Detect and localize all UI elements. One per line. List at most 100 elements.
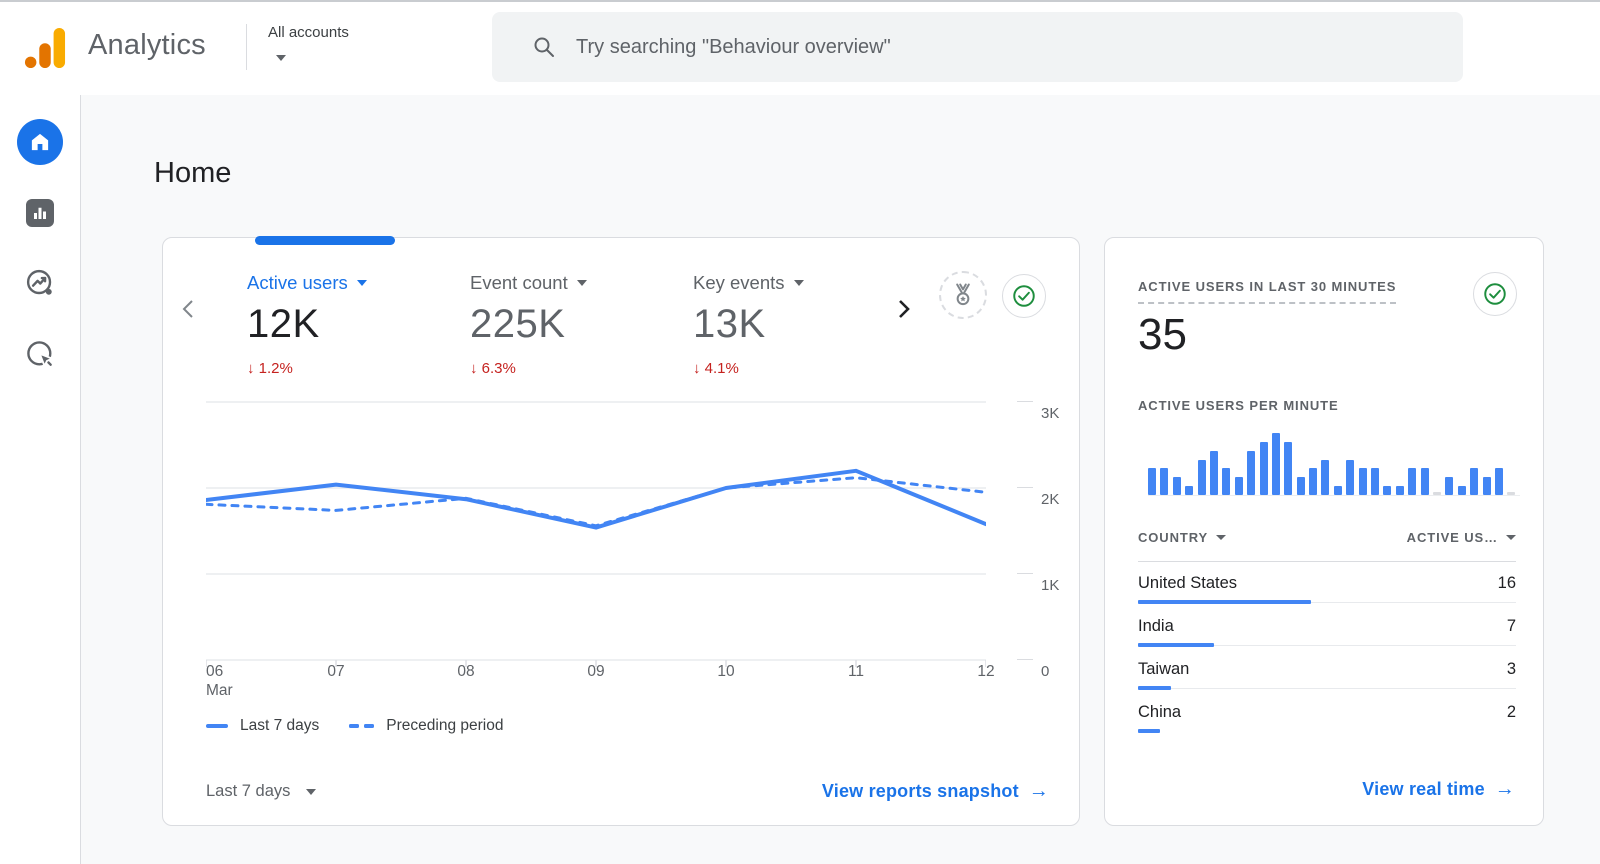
minute-bar <box>1160 468 1169 495</box>
metric-value: 225K <box>470 302 566 346</box>
legend-label-preceding: Preceding period <box>386 717 504 734</box>
country-bar-track <box>1138 642 1516 647</box>
minute-bar <box>1432 492 1441 495</box>
metric-delta: ↓ 4.1% <box>693 360 739 377</box>
account-label: All accounts <box>268 24 349 41</box>
country-name: Taiwan <box>1138 660 1190 678</box>
metrics-row: Active users 12K ↓ 1.2% Event count 225K <box>247 272 916 377</box>
left-nav-sidebar <box>0 95 81 864</box>
metric-label: Active users <box>247 272 348 293</box>
active-users-trend-chart[interactable] <box>206 398 986 668</box>
metric-delta: ↓ 1.2% <box>247 360 293 377</box>
x-axis-label: 11 <box>847 663 865 680</box>
country-row: China 2 <box>1138 703 1516 734</box>
metric-key-events[interactable]: Key events 13K ↓ 4.1% <box>693 272 916 377</box>
chevron-down-icon <box>1216 535 1227 540</box>
metric-value: 13K <box>693 302 766 346</box>
column-country[interactable]: COUNTRY <box>1138 530 1227 545</box>
country-bar-fill <box>1138 600 1311 604</box>
country-name: India <box>1138 617 1174 635</box>
x-axis-label: 08 <box>457 663 475 680</box>
google-analytics-logo-icon <box>24 27 66 69</box>
chart-legend: Last 7 days Preceding period <box>206 717 503 735</box>
page-title: Home <box>154 157 232 189</box>
minute-bar <box>1296 477 1305 495</box>
minute-bar <box>1383 486 1392 495</box>
minute-bar <box>1172 477 1181 495</box>
home-icon <box>31 133 49 151</box>
x-axis-label: 06 Mar <box>206 663 233 699</box>
search-input[interactable] <box>576 35 1396 59</box>
check-circle-icon <box>1484 283 1506 305</box>
date-range-label: Last 7 days <box>206 782 291 800</box>
minute-bar <box>1284 442 1293 495</box>
chevron-down-icon <box>793 280 804 286</box>
account-switcher[interactable]: All accounts <box>268 24 349 66</box>
country-bar-track <box>1138 728 1516 733</box>
chevron-left-icon[interactable] <box>176 296 202 322</box>
sidebar-item-advertising[interactable] <box>0 338 80 370</box>
y-axis: 3K 2K 1K 0 <box>991 398 1061 680</box>
per-minute-label: ACTIVE USERS PER MINUTE <box>1138 398 1339 413</box>
search-bar[interactable] <box>492 12 1463 82</box>
minute-bar <box>1333 486 1342 495</box>
sidebar-item-reports[interactable] <box>0 199 80 227</box>
x-axis-label: 07 <box>327 663 345 680</box>
minute-bar <box>1346 460 1355 495</box>
arrow-right-icon: → <box>1028 780 1049 802</box>
view-real-time-link[interactable]: View real time → <box>1362 778 1515 801</box>
table-separator <box>1138 561 1516 562</box>
overview-card: Active users 12K ↓ 1.2% Event count 225K <box>162 236 1080 826</box>
arrow-down-icon: ↓ <box>247 360 255 377</box>
metrics-carousel-indicator[interactable] <box>255 236 395 245</box>
explore-icon <box>26 269 52 295</box>
data-quality-check-button[interactable] <box>1002 274 1046 318</box>
chevron-down-icon <box>356 280 367 286</box>
country-table: COUNTRY ACTIVE US… United States 16 Indi… <box>1138 530 1516 734</box>
x-axis-label: 09 <box>587 663 605 680</box>
minute-bar <box>1209 451 1218 495</box>
x-axis-label: 10 <box>717 663 735 680</box>
metric-active-users[interactable]: Active users 12K ↓ 1.2% <box>247 272 470 377</box>
sidebar-item-explore[interactable] <box>0 267 80 299</box>
metric-delta: ↓ 6.3% <box>470 360 516 377</box>
column-active-users[interactable]: ACTIVE US… <box>1407 530 1516 545</box>
country-active-users: 7 <box>1506 617 1516 635</box>
country-row: United States 16 <box>1138 574 1516 605</box>
country-row: Taiwan 3 <box>1138 660 1516 691</box>
advertising-icon <box>27 341 55 369</box>
realtime-title[interactable]: ACTIVE USERS IN LAST 30 MINUTES <box>1138 279 1397 304</box>
analytics-app: Analytics All accounts Try searching "Be… <box>0 0 1600 864</box>
minute-bar <box>1494 468 1503 495</box>
country-name: China <box>1138 703 1182 721</box>
minute-bar <box>1271 433 1280 495</box>
country-active-users: 16 <box>1497 574 1516 592</box>
country-active-users: 3 <box>1506 660 1516 678</box>
metric-label: Key events <box>693 272 785 293</box>
country-rows: United States 16 India 7 Taiwan 3 China … <box>1138 574 1516 734</box>
minute-bar <box>1234 477 1243 495</box>
metric-event-count[interactable]: Event count 225K ↓ 6.3% <box>470 272 693 377</box>
minute-bar <box>1247 451 1256 495</box>
medal-icon <box>956 283 970 306</box>
search-icon <box>534 37 554 57</box>
bar-chart-icon <box>34 207 46 219</box>
minute-bar <box>1482 477 1491 495</box>
chevron-down-icon <box>276 55 286 61</box>
chevron-right-icon[interactable] <box>890 296 916 322</box>
minute-bar <box>1309 468 1318 495</box>
minute-bar <box>1321 460 1330 495</box>
country-bar-fill <box>1138 686 1171 690</box>
arrow-down-icon: ↓ <box>693 360 701 377</box>
minute-bar <box>1507 492 1516 495</box>
minute-bar <box>1371 468 1380 495</box>
minute-bar <box>1148 468 1156 495</box>
chevron-down-icon <box>306 788 317 795</box>
minute-bar <box>1445 477 1454 495</box>
realtime-check-button[interactable] <box>1473 272 1517 316</box>
date-range-selector[interactable]: Last 7 days <box>206 782 317 801</box>
overview-card-footer: Last 7 days View reports snapshot → <box>206 780 1049 803</box>
view-reports-snapshot-link[interactable]: View reports snapshot → <box>822 780 1049 803</box>
sidebar-item-home[interactable] <box>0 119 80 165</box>
benchmark-medal-button[interactable] <box>939 271 987 319</box>
